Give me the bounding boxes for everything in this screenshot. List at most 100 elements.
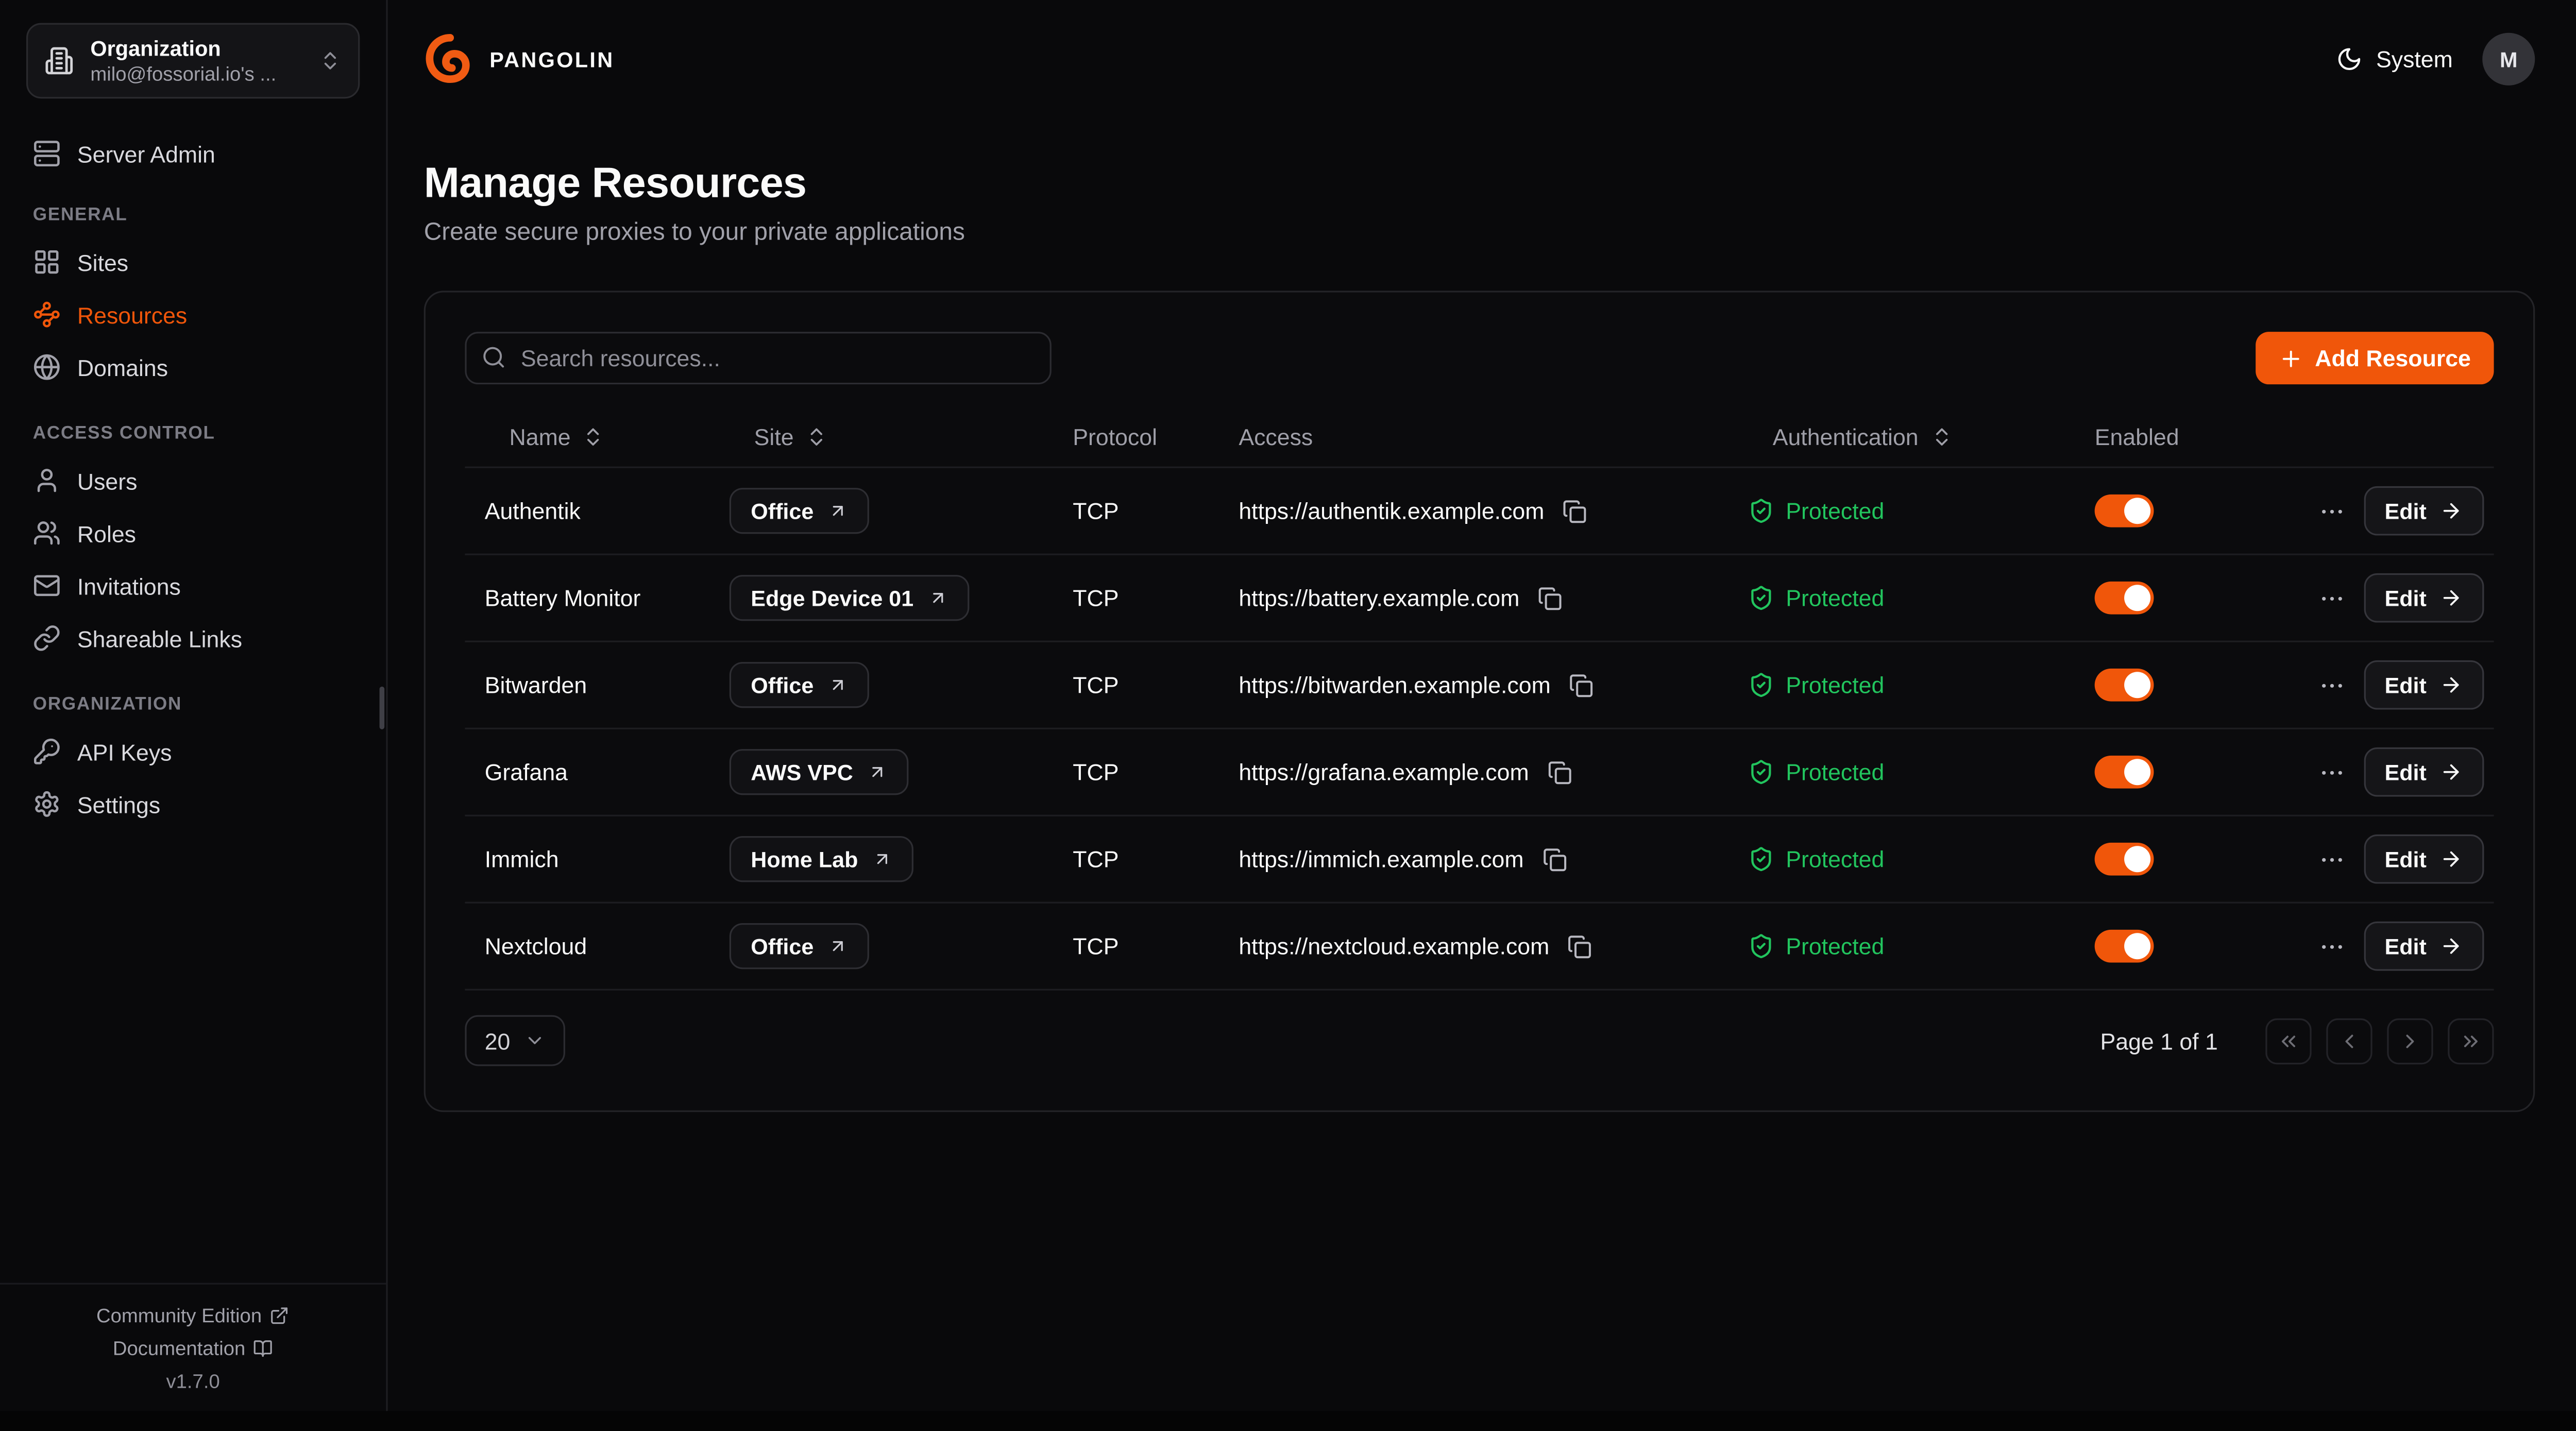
resource-url: https://grafana.example.com <box>1239 759 1529 785</box>
enabled-toggle[interactable] <box>2095 495 2154 527</box>
site-link-button[interactable]: Office <box>730 923 870 969</box>
resource-auth-cell: Protected <box>1728 846 2075 872</box>
enabled-toggle[interactable] <box>2095 756 2154 789</box>
resource-name: Battery Monitor <box>485 585 641 611</box>
arrow-right-icon <box>2439 586 2463 609</box>
resource-protocol: TCP <box>1073 933 1118 959</box>
card-footer: 20 Page 1 of 1 <box>465 1015 2494 1066</box>
edit-button[interactable]: Edit <box>2363 660 2484 710</box>
row-menu-button[interactable] <box>2317 584 2345 612</box>
enabled-toggle[interactable] <box>2095 582 2154 615</box>
org-selector[interactable]: Organization milo@fossorial.io's ... <box>26 23 360 99</box>
page-info: Page 1 of 1 <box>2100 1028 2217 1054</box>
app-root: Organization milo@fossorial.io's ... Ser… <box>0 0 2576 1411</box>
resource-access-cell: https://grafana.example.com <box>1219 759 1728 785</box>
row-menu-button[interactable] <box>2317 497 2345 525</box>
community-edition-link[interactable]: Community Edition <box>96 1304 290 1327</box>
sidebar-scrollbar-thumb[interactable] <box>380 687 385 729</box>
plus-icon <box>2279 346 2303 370</box>
row-menu-button[interactable] <box>2317 671 2345 699</box>
resource-protocol-cell: TCP <box>1053 672 1219 698</box>
ellipsis-icon <box>2317 932 2345 960</box>
add-resource-button[interactable]: Add Resource <box>2256 332 2494 384</box>
sidebar-item-settings[interactable]: Settings <box>20 779 366 830</box>
previous-page-button[interactable] <box>2326 1017 2372 1063</box>
copy-url-button[interactable] <box>1537 586 1562 610</box>
mail-icon <box>33 572 61 600</box>
sidebar-item-domains[interactable]: Domains <box>20 342 366 393</box>
page-size-select[interactable]: 20 <box>465 1015 564 1066</box>
edit-button[interactable]: Edit <box>2363 573 2484 623</box>
chevron-left-icon <box>2338 1029 2361 1052</box>
site-link-button[interactable]: Home Lab <box>730 836 914 882</box>
arrow-up-right-icon <box>873 849 892 869</box>
copy-url-button[interactable] <box>1569 673 1594 697</box>
column-header-authentication[interactable]: Authentication <box>1728 424 2075 450</box>
enabled-toggle[interactable] <box>2095 930 2154 963</box>
site-link-button[interactable]: Office <box>730 488 870 534</box>
theme-toggle-button[interactable]: System <box>2336 46 2452 72</box>
resource-access-cell: https://bitwarden.example.com <box>1219 672 1728 698</box>
edit-button[interactable]: Edit <box>2363 834 2484 884</box>
enabled-toggle[interactable] <box>2095 843 2154 876</box>
arrow-up-right-icon <box>928 588 948 608</box>
main-content: PANGOLIN System M Manage Resources Creat… <box>388 0 2576 1411</box>
edit-button[interactable]: Edit <box>2363 747 2484 797</box>
edit-button[interactable]: Edit <box>2363 922 2484 971</box>
resource-access-cell: https://nextcloud.example.com <box>1219 933 1728 959</box>
resource-enabled-cell <box>2075 495 2289 527</box>
site-link-button[interactable]: Edge Device 01 <box>730 575 970 621</box>
sidebar-item-users[interactable]: Users <box>20 455 366 506</box>
last-page-button[interactable] <box>2448 1017 2494 1063</box>
globe-icon <box>33 353 61 381</box>
column-header-site[interactable]: Site <box>710 424 1053 450</box>
sidebar-item-server-admin[interactable]: Server Admin <box>20 129 366 180</box>
row-menu-button[interactable] <box>2317 845 2345 873</box>
resource-protocol: TCP <box>1073 672 1118 698</box>
edit-button[interactable]: Edit <box>2363 486 2484 536</box>
copy-url-button[interactable] <box>1563 499 1587 523</box>
sidebar-item-roles[interactable]: Roles <box>20 508 366 559</box>
sort-icon <box>1930 425 1953 449</box>
arrow-up-right-icon <box>828 675 848 695</box>
site-name: Office <box>751 673 814 697</box>
shield-check-icon <box>1748 585 1774 611</box>
brand-name: PANGOLIN <box>489 47 614 72</box>
row-menu-button[interactable] <box>2317 932 2345 960</box>
search-input[interactable] <box>465 332 1051 384</box>
column-label: Enabled <box>2095 424 2179 450</box>
site-link-button[interactable]: Office <box>730 662 870 708</box>
documentation-link[interactable]: Documentation <box>113 1337 274 1360</box>
copy-icon <box>1563 499 1587 523</box>
resource-enabled-cell <box>2075 843 2289 876</box>
sidebar-item-label: API Keys <box>77 739 172 765</box>
avatar[interactable]: M <box>2482 33 2535 86</box>
table-row: Battery Monitor Edge Device 01 TCP https… <box>465 555 2494 642</box>
row-menu-button[interactable] <box>2317 758 2345 786</box>
copy-url-button[interactable] <box>1542 847 1567 872</box>
sidebar-item-label: Invitations <box>77 573 181 599</box>
sidebar-item-resources[interactable]: Resources <box>20 289 366 340</box>
resource-name: Authentik <box>485 498 581 524</box>
column-header-protocol: Protocol <box>1053 424 1219 450</box>
auth-status-badge: Protected <box>1748 672 1884 698</box>
enabled-toggle[interactable] <box>2095 669 2154 702</box>
resource-url: https://bitwarden.example.com <box>1239 672 1550 698</box>
copy-url-button[interactable] <box>1547 760 1572 785</box>
sidebar-item-invitations[interactable]: Invitations <box>20 560 366 611</box>
waypoints-icon <box>33 301 61 329</box>
resource-access-cell: https://immich.example.com <box>1219 846 1728 872</box>
sidebar-item-shareable-links[interactable]: Shareable Links <box>20 613 366 664</box>
site-link-button[interactable]: AWS VPC <box>730 749 909 795</box>
sidebar-item-api-keys[interactable]: API Keys <box>20 726 366 777</box>
ellipsis-icon <box>2317 845 2345 873</box>
resource-protocol: TCP <box>1073 759 1118 785</box>
next-page-button[interactable] <box>2387 1017 2433 1063</box>
first-page-button[interactable] <box>2265 1017 2311 1063</box>
edit-label: Edit <box>2385 586 2427 610</box>
column-header-name[interactable]: Name <box>465 424 709 450</box>
copy-url-button[interactable] <box>1567 934 1592 959</box>
site-name: Office <box>751 934 814 959</box>
sidebar-item-sites[interactable]: Sites <box>20 237 366 288</box>
auth-status-label: Protected <box>1786 585 1884 611</box>
